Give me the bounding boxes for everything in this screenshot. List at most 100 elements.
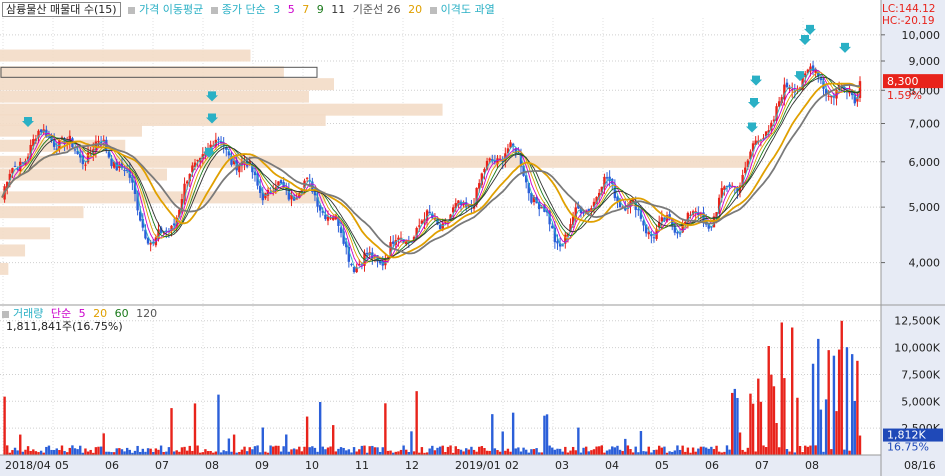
volume-bar [759,401,763,455]
volume-bar [405,449,408,455]
legend-box-icon [128,6,136,14]
volume-bar [303,446,306,455]
x-tick-label: 05 [655,459,669,472]
legend-box-icon [429,6,437,14]
volume-bar [436,447,439,455]
volume-bar [415,391,418,455]
volume-bar [60,445,64,455]
volume-bar [298,446,301,455]
volume-label[interactable]: 거래량 [13,307,43,320]
volume-bar [824,399,828,455]
volume-profile-bar [0,90,309,103]
volume-bar [363,445,366,455]
volume-bar [358,449,361,455]
volume-bar [600,445,604,455]
volume-bar [524,449,528,455]
volume-bar [845,347,849,455]
candle-body [185,181,189,184]
volume-bar [577,427,580,455]
volume-bar [535,448,538,455]
volume-bar [305,416,309,455]
volume-bar [660,447,663,455]
volume-bar [170,408,173,455]
volume-bar [806,446,810,455]
arrow-down-icon [746,122,758,133]
volume-bar [159,445,163,455]
lc-value: LC:144.12 [882,3,936,15]
volume-bar [616,445,619,455]
volume-bar [29,450,32,455]
volume-bar [470,446,473,455]
volume-bar [196,445,199,455]
volume-bar [652,449,656,455]
volume-bar [574,450,577,455]
volume-bar [222,450,225,455]
volume-bar [817,338,820,455]
volume-bar [157,449,160,455]
volume-bar [751,403,755,455]
volume-bar [376,447,379,455]
change-pct-text: 1.59% [887,89,922,102]
ma9-label: 9 [316,3,324,16]
volume-bar [441,445,444,455]
volume-profile-bar [0,206,84,219]
volume-bar [775,423,778,455]
price-tick-label: 10,000 [902,29,941,42]
volume-bar [188,445,191,455]
volume-bar [767,346,770,455]
volume-bar [686,447,690,455]
volume-bar [19,434,22,455]
volume-bar [587,451,590,455]
volume-bar [389,450,392,455]
volume-bar [738,432,742,455]
candle-body [827,95,830,97]
volume-profile-bar [0,103,443,116]
candle-body [352,266,356,273]
volume-bar [699,446,703,455]
candle-body [97,140,100,143]
volume-bars [3,320,862,455]
volume-bar [673,450,677,455]
volume-bar [339,447,343,455]
volume-bar [34,451,38,455]
arrow-down-icon [750,75,762,86]
volume-bar [519,451,523,455]
volume-bar [704,447,708,455]
ma-label[interactable]: 가격 이동평균 [139,3,203,16]
volume-bar [624,438,627,455]
volume-bar [285,434,288,455]
volume-bar [850,354,854,455]
volume-bar [488,450,491,455]
volume-bar [480,446,484,455]
volume-bar [24,449,27,455]
volume-bar [501,431,504,455]
ma11-label: 11 [331,3,346,16]
volume-bar [193,403,197,455]
price-tick-label: 9,000 [909,55,941,68]
volume-bar [647,446,650,455]
x-tick-label: 2019/01 [455,459,501,472]
volume-bar [530,449,533,455]
volume-bar [446,446,450,455]
volume-bar [167,447,171,455]
volume-bar [457,449,460,455]
x-tick-label: 10 [305,459,319,472]
volume-bar [754,451,757,455]
disparity-label[interactable]: 이격도 과열 [441,3,495,16]
volume-bar [496,450,499,455]
volume-bar [355,451,358,455]
volume-bar [79,445,82,455]
volume-bar [788,451,791,455]
x-tick-label: 02 [505,459,519,472]
volume-bar [183,446,186,455]
candle-body [172,223,176,226]
volume-bar [827,350,830,455]
candle-body [196,159,199,161]
volume-bar [697,448,700,455]
volume-bar [613,447,617,455]
volume-bar [123,451,126,455]
volume-bar [840,320,843,455]
chart-title[interactable]: 삼륭물산 매물대 수(15) [2,2,121,17]
volume-bar [84,448,87,455]
volume-bar [232,434,236,455]
